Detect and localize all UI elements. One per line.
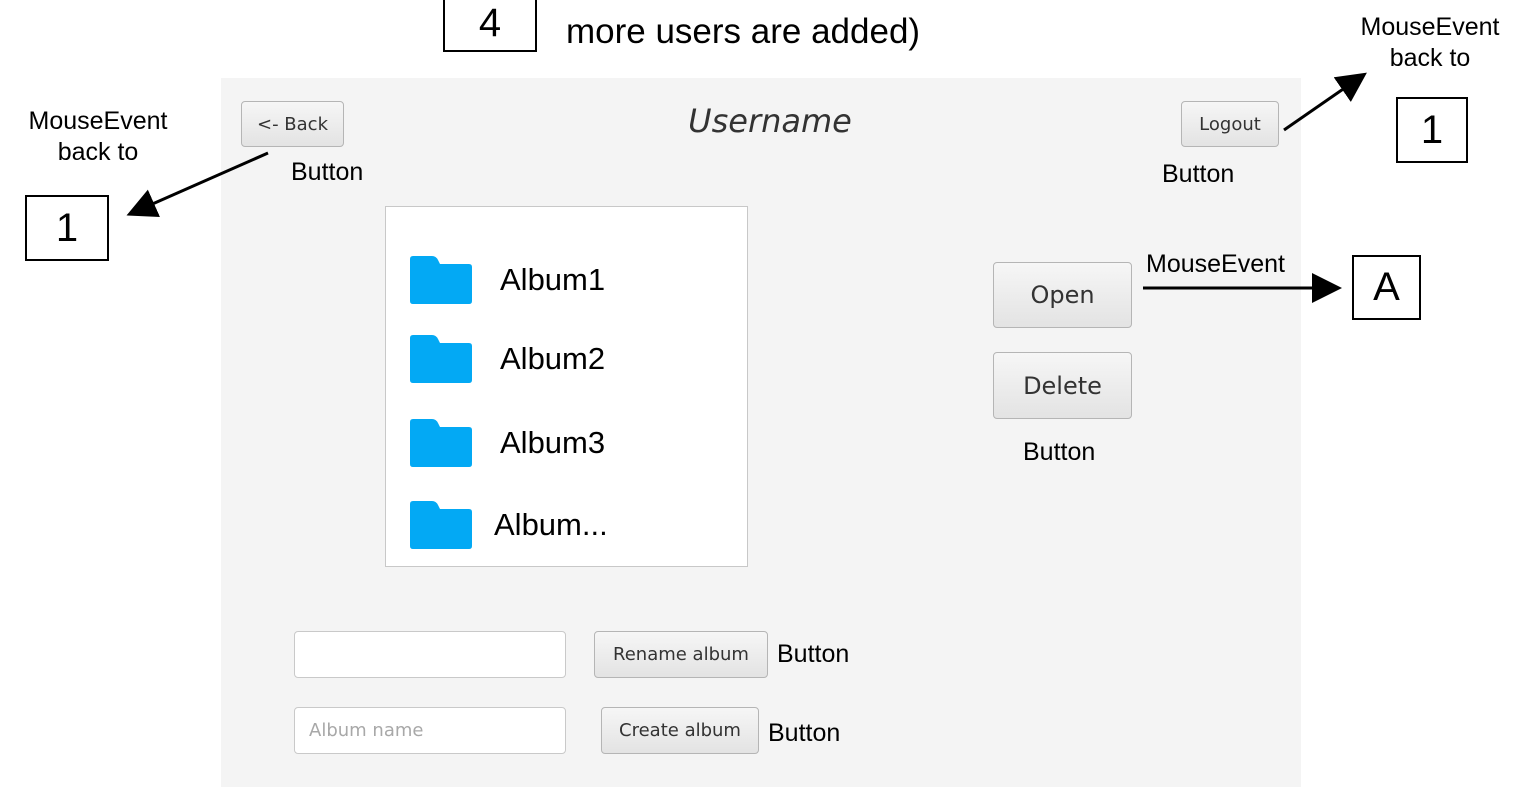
folder-icon [410,419,472,467]
create-album-button[interactable]: Create album [601,707,759,754]
logout-button[interactable]: Logout [1181,101,1279,147]
create-button-note: Button [768,719,841,747]
folder-icon [410,501,472,549]
album-label: Album... [494,507,608,542]
left-mouse-event-label: MouseEvent back to [28,107,168,166]
list-item-album2[interactable]: Album2 [410,335,605,383]
step-box-4: 4 [443,0,537,52]
album-window [221,78,1301,787]
list-item-album3[interactable]: Album3 [410,419,605,467]
open-target-box: A [1352,255,1421,320]
album-label: Album3 [500,425,606,460]
folder-icon [410,335,472,383]
left-target-box: 1 [25,195,109,261]
delete-button[interactable]: Delete [993,352,1132,419]
open-button[interactable]: Open [993,262,1132,328]
rename-button-note: Button [777,640,850,668]
album-list[interactable]: Album1 Album2 Album3 Album... [385,206,748,567]
back-button-note: Button [291,158,364,186]
rename-album-button[interactable]: Rename album [594,631,768,678]
album-label: Album2 [500,341,606,376]
open-mouse-event-label: MouseEvent [1146,250,1285,278]
album-name-input[interactable] [294,707,566,754]
right-target-box: 1 [1396,97,1468,163]
list-item-album1[interactable]: Album1 [410,256,605,304]
right-mouse-event-label: MouseEvent back to [1360,13,1500,72]
page-title: Username [688,102,852,140]
back-button[interactable]: <- Back [241,101,344,147]
list-item-album-more[interactable]: Album... [410,501,608,549]
logout-button-note: Button [1162,160,1235,188]
folder-icon [410,256,472,304]
open-delete-button-note: Button [1023,438,1096,466]
album-label: Album1 [500,262,606,297]
rename-album-input[interactable] [294,631,566,678]
header-caption-line2: more users are added) [566,12,921,51]
